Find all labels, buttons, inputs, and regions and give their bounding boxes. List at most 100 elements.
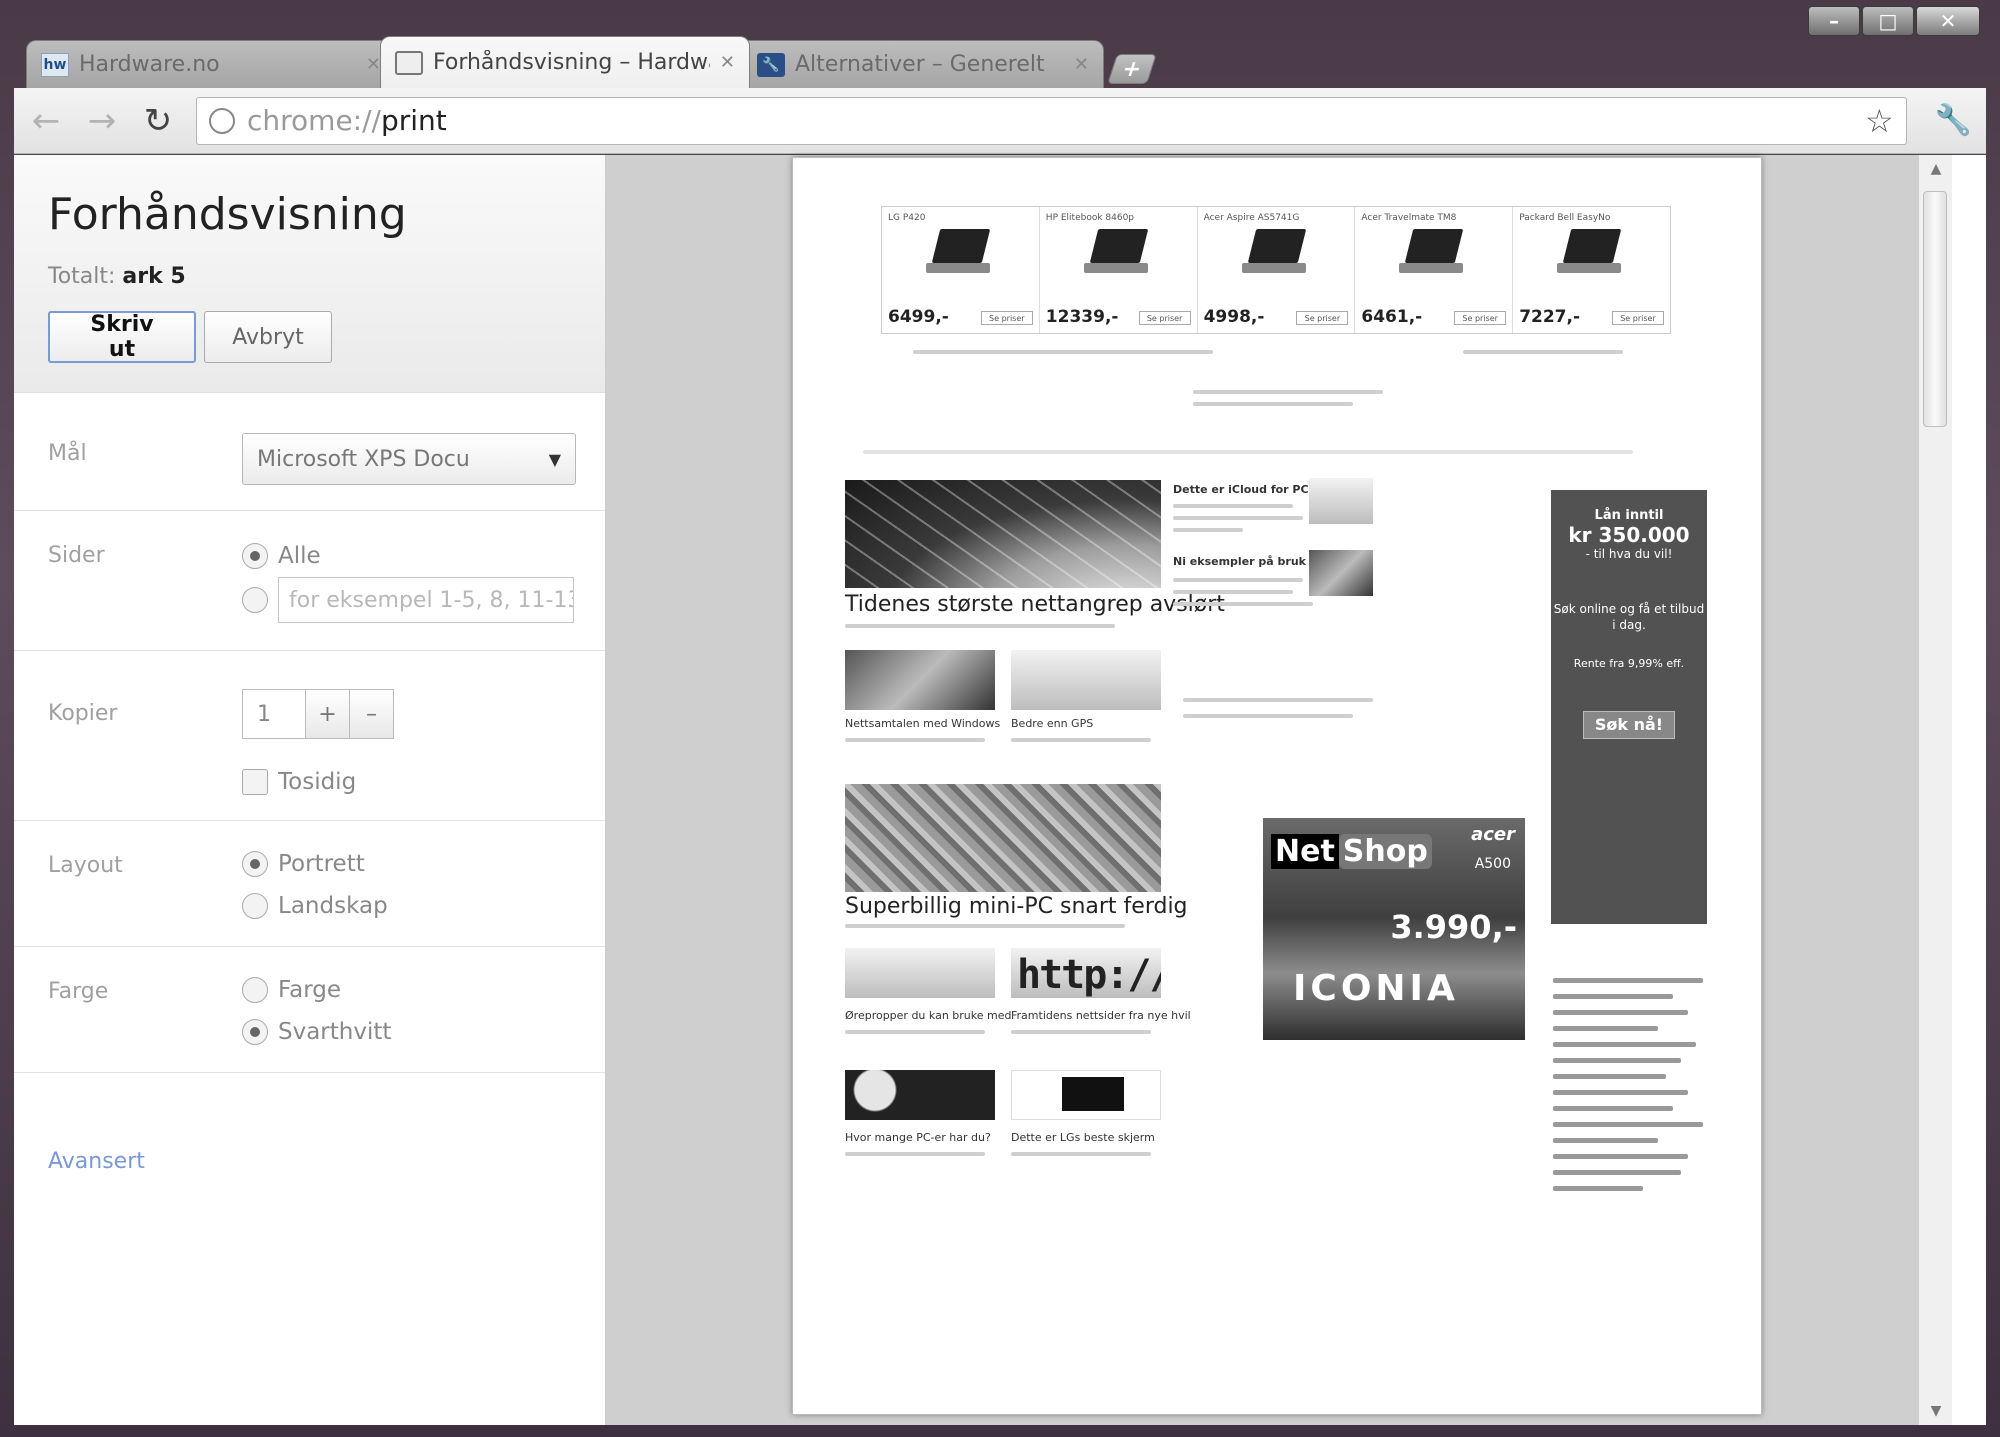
url-text: chrome://print [247,104,447,137]
close-tab-icon[interactable]: ✕ [366,54,381,75]
bookmark-star-icon[interactable]: ☆ [1865,102,1894,140]
color-section: Farge Farge Svarthvitt [14,947,605,1073]
preview-scrollbar[interactable]: ▲ ▼ [1918,155,1952,1425]
site-nav-bar [863,450,1633,454]
duplex-checkbox[interactable] [242,769,268,795]
radio-portrait[interactable] [242,851,268,877]
side-news-item: Dette er iCloud for PC [1173,483,1309,496]
print-preview-area: LG P420 6499,- Se priser HP Elitebook 84… [606,155,1952,1425]
hardware-favicon-icon: hw [41,52,69,77]
network-icon-image [1309,478,1373,524]
copies-section: Kopier 1 + – Tosidig [14,651,605,821]
small-text [1011,1030,1151,1034]
color-label: Farge [48,979,109,1004]
dropdown-arrow-icon: ▼ [548,449,561,469]
browser-window: – □ ✕ hw Hardware.no ✕ Forhåndsvisning –… [0,0,2000,1437]
radio-landscape[interactable] [242,893,268,919]
small-text [1463,350,1623,354]
netshop-ad: Net Shop acer A500 3.990,- ICONIA [1263,818,1525,1040]
minimize-button[interactable]: – [1808,6,1860,36]
mini-pc-photo [845,784,1161,892]
small-text [1193,402,1353,406]
pages-range-option[interactable]: for eksempel 1-5, 8, 11-13 [242,577,574,623]
article-title: Bedre enn GPS [1011,717,1094,730]
small-text [1173,590,1293,594]
duplex-option[interactable]: Tosidig [242,769,356,795]
small-text [1173,504,1293,508]
back-arrow-icon[interactable]: ← [28,101,64,141]
tab-title: Hardware.no [79,52,220,77]
product-card: Acer Aspire AS5741G 4998,- Se priser [1198,207,1356,333]
article-title: Framtidens nettsider fra nye hvil [1011,1009,1191,1022]
browser-toolbar: ← → ↻ chrome://print ☆ 🔧 [14,88,1986,154]
people-photo [845,1070,995,1120]
wrench-favicon-icon: 🔧 [757,52,785,77]
copies-label: Kopier [48,701,118,726]
earphones-photo [845,948,995,998]
laptop-image [1080,229,1150,277]
reload-icon[interactable]: ↻ [140,101,176,141]
color-option[interactable]: Farge [242,977,341,1003]
destination-section: Mål Microsoft XPS Docu ▼ [14,393,605,511]
copies-input[interactable]: 1 [242,689,306,739]
product-card: Packard Bell EasyNo 7227,- Se priser [1513,207,1670,333]
print-button[interactable]: Skriv ut [48,311,196,363]
forward-arrow-icon[interactable]: → [84,101,120,141]
tab-hardware[interactable]: hw Hardware.no ✕ [26,40,396,88]
radio-bw[interactable] [242,1019,268,1045]
decrement-button[interactable]: – [350,689,394,739]
globe-photo [845,480,1161,588]
tab-title: Forhåndsvisning – Hardwar [433,50,710,75]
scroll-up-arrow-icon[interactable]: ▲ [1919,161,1953,177]
laptop-image [1553,229,1623,277]
radio-all[interactable] [242,543,268,569]
mid-headline: Superbillig mini-PC snart ferdig [845,894,1188,919]
tab-print-preview[interactable]: Forhåndsvisning – Hardwar ✕ [380,36,750,88]
product-card: LG P420 6499,- Se priser [882,207,1040,333]
advanced-link[interactable]: Avansert [48,1149,145,1174]
close-tab-icon[interactable]: ✕ [720,52,735,73]
bw-option[interactable]: Svarthvitt [242,1019,391,1045]
cancel-button[interactable]: Avbryt [204,311,332,363]
small-text [1011,1152,1151,1156]
landscape-option[interactable]: Landskap [242,893,388,919]
scroll-thumb[interactable] [1923,191,1947,427]
scroll-down-arrow-icon[interactable]: ▼ [1919,1403,1953,1419]
destination-select[interactable]: Microsoft XPS Docu ▼ [242,433,576,485]
close-window-button[interactable]: ✕ [1916,6,1980,36]
tab-title: Alternativer – Generelt [795,52,1045,77]
layout-section: Layout Portrett Landskap [14,821,605,947]
small-text [1173,516,1303,520]
small-text [845,924,1125,928]
small-text [1173,578,1303,582]
wrench-menu-icon[interactable]: 🔧 [1935,103,1972,138]
portrait-option[interactable]: Portrett [242,851,365,877]
new-tab-button[interactable]: + [1107,54,1157,84]
small-text [845,624,1115,628]
netshop-logo: Net Shop [1271,834,1432,869]
laptop-image [1238,229,1308,277]
preview-page: LG P420 6499,- Se priser HP Elitebook 84… [792,157,1762,1415]
small-text [845,1030,985,1034]
laptop-image [1395,229,1465,277]
tab-options[interactable]: 🔧 Alternativer – Generelt ✕ [734,40,1104,88]
loan-ad: Lån inntil kr 350.000 - til hva du vil! … [1551,490,1707,924]
layout-label: Layout [48,853,123,878]
product-card: Acer Travelmate TM8 6461,- Se priser [1355,207,1514,333]
article-title: Hvor mange PC-er har du? [845,1131,991,1144]
radio-color[interactable] [242,977,268,1003]
radio-range[interactable] [242,587,268,613]
pages-all-option[interactable]: Alle [242,543,321,569]
window-controls: – □ ✕ [1808,6,1980,36]
page-range-input[interactable]: for eksempel 1-5, 8, 11-13 [278,577,574,623]
close-tab-icon[interactable]: ✕ [1074,54,1089,75]
side-link-list [1553,978,1703,1202]
address-bar[interactable]: chrome://print ☆ [196,96,1907,145]
sidebar-header: Forhåndsvisning Totalt: ark 5 Skriv ut A… [14,155,605,393]
increment-button[interactable]: + [306,689,350,739]
monitor-photo [1011,1070,1161,1120]
maximize-button[interactable]: □ [1862,6,1914,36]
article-title: Nettsamtalen med Windows [845,717,1001,730]
small-text [1193,390,1383,394]
small-text [845,738,985,742]
